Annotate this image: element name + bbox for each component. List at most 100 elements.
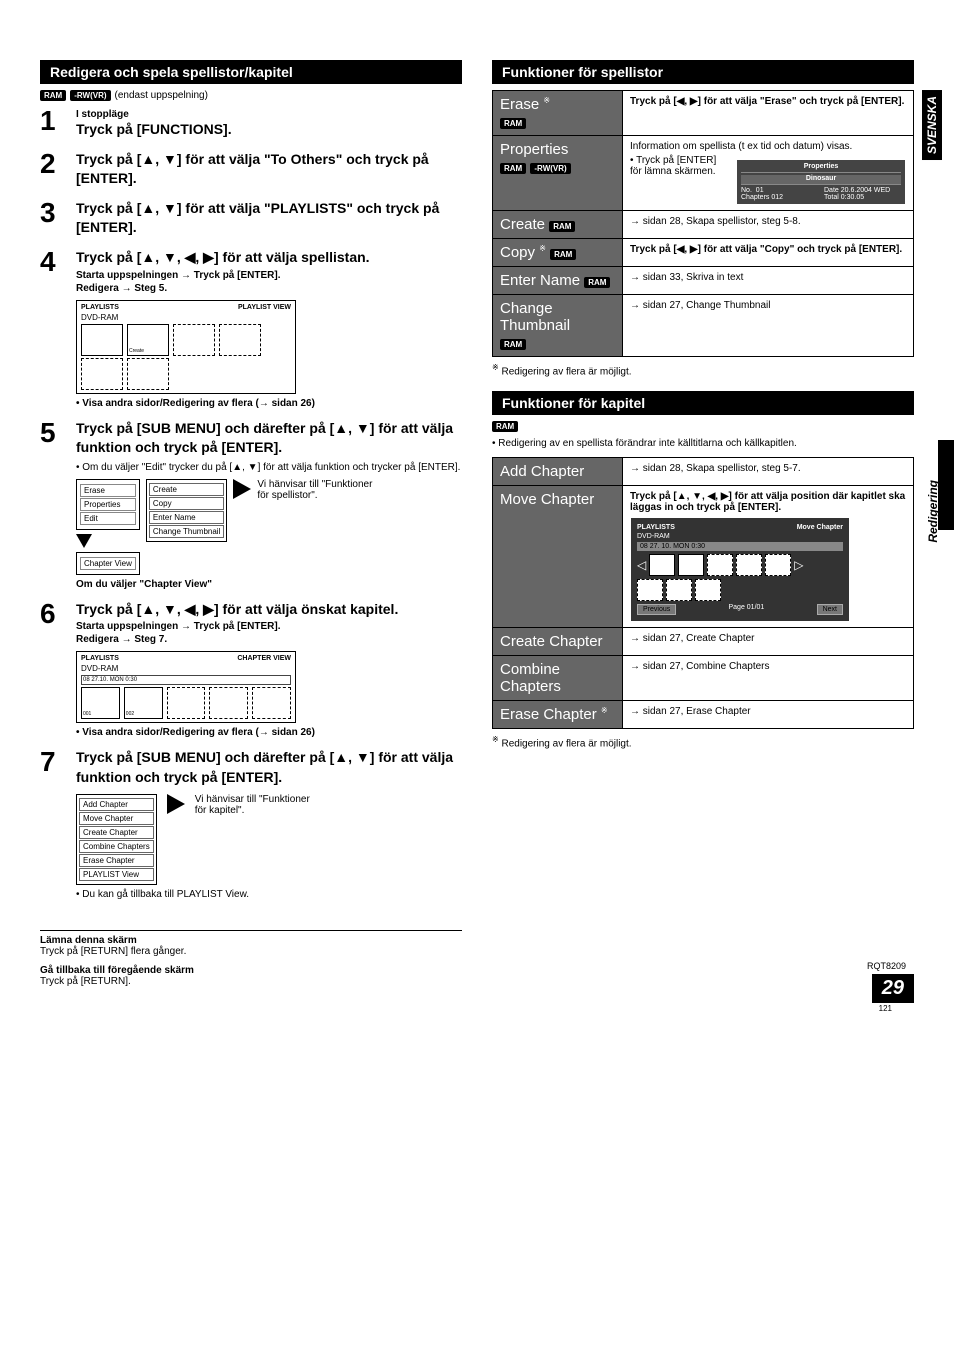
exit1-h: Lämna denna skärm — [40, 935, 462, 946]
mc-thumb — [736, 554, 762, 576]
arrow-right-icon — [233, 479, 251, 499]
ram-tag: RAM — [584, 277, 610, 288]
mc-thumb — [678, 554, 704, 576]
ram-tag: RAM — [40, 90, 66, 101]
properties-box: Properties Dinosaur No. 01 Date 20.6.200… — [736, 159, 906, 205]
step6-title: Tryck på [▲, ▼, ◀, ▶] för att välja önsk… — [76, 600, 462, 620]
pl-thumb — [81, 324, 123, 356]
erase-chapter-body: → sidan 27, Erase Chapter — [623, 701, 914, 729]
submenu-item: Combine Chapters — [79, 840, 154, 853]
fig6-hdr-l: PLAYLISTS — [81, 655, 119, 662]
mc-hdr-l: PLAYLISTS — [637, 524, 675, 531]
table-row: Enter Name RAM → sidan 33, Skriva in tex… — [493, 267, 914, 295]
table-row: Properties RAM -RW(VR) Information om sp… — [493, 136, 914, 211]
step-7: 7 Tryck på [SUB MENU] och därefter på [▲… — [40, 748, 462, 899]
fig4-hdr-r: PLAYLIST VIEW — [238, 304, 291, 311]
doc-code: RQT8209 — [867, 961, 906, 971]
mc-page: Page 01/01 — [729, 604, 765, 615]
right-column: Funktioner för spellistor Erase ※ RAM Tr… — [492, 60, 914, 987]
table-row: Erase ※ RAM Tryck på [◀, ▶] för att välj… — [493, 91, 914, 136]
submenu-item: Edit — [80, 512, 136, 525]
create-body: → sidan 28, Skapa spellistor, steg 5-8. — [623, 211, 914, 239]
fig6-sub: 08 27.10. MON 0:30 — [81, 675, 291, 685]
fig4-hdr-l: PLAYLISTS — [81, 304, 119, 311]
mc-hdr-r: Move Chapter — [797, 524, 843, 531]
pl-thumb — [173, 324, 215, 356]
erase-name: Erase — [500, 96, 539, 113]
mc-thumb — [765, 554, 791, 576]
combine-chapters-name: Combine Chapters — [493, 656, 623, 701]
step-1: 1 I stoppläge Tryck på [FUNCTIONS]. — [40, 107, 462, 140]
table-row: Combine Chapters → sidan 27, Combine Cha… — [493, 656, 914, 701]
playlist-functions-table: Erase ※ RAM Tryck på [◀, ▶] för att välj… — [492, 90, 914, 357]
step-2: 2 Tryck på [▲, ▼] för att välja "To Othe… — [40, 150, 462, 189]
ram-tag: RAM — [549, 221, 575, 232]
table-row: Create RAM → sidan 28, Skapa spellistor,… — [493, 211, 914, 239]
add-chapter-name: Add Chapter — [493, 458, 623, 486]
step-number: 5 — [40, 419, 76, 590]
chapter-functions-table: Add Chapter → sidan 28, Skapa spellistor… — [492, 457, 914, 729]
pl-thumb — [81, 358, 123, 390]
pl-thumb-create: Create — [127, 324, 169, 356]
pl-thumb: 001 — [81, 687, 120, 719]
submenu-item: Properties — [80, 498, 136, 511]
step4-title: Tryck på [▲, ▼, ◀, ▶] för att välja spel… — [76, 248, 462, 268]
step-4: 4 Tryck på [▲, ▼, ◀, ▶] för att välja sp… — [40, 248, 462, 409]
step-number: 3 — [40, 199, 76, 238]
copy-name: Copy — [500, 244, 535, 261]
exit2-h: Gå tillbaka till föregående skärm — [40, 965, 462, 976]
side-tab-language: SVENSKA — [922, 90, 942, 160]
right-header1: Funktioner för spellistor — [492, 60, 914, 84]
mc-prev: Previous — [637, 604, 676, 615]
step-number: 1 — [40, 107, 76, 140]
submenu-item: PLAYLIST View — [79, 868, 154, 881]
rwvr-tag: -RW(VR) — [70, 90, 110, 101]
exit-block: Lämna denna skärm Tryck på [RETURN] fler… — [40, 930, 462, 987]
properties-body2: Tryck på [ENTER] för lämna skärmen. — [630, 155, 716, 177]
change-thumb-name: Change Thumbnail — [500, 300, 570, 334]
mc-thumb — [666, 579, 692, 601]
step-3: 3 Tryck på [▲, ▼] för att välja "PLAYLIS… — [40, 199, 462, 238]
step-5: 5 Tryck på [SUB MENU] och därefter på [▲… — [40, 419, 462, 590]
combine-chapters-body: → sidan 27, Combine Chapters — [623, 656, 914, 701]
footnote2: ※ Redigering av flera är möjligt. — [492, 735, 914, 749]
pl-thumb — [167, 687, 206, 719]
side-tab-spacer — [938, 440, 954, 530]
step4-sub1: Starta uppspelningen → Tryck på [ENTER]. — [76, 270, 462, 281]
submenu-item: Erase — [80, 484, 136, 497]
properties-body1: Information om spellista (t ex tid och d… — [630, 141, 906, 152]
step5-figure: Erase Properties Edit Chapter View Creat… — [76, 479, 462, 575]
step4-sub2: Redigera → Steg 5. — [76, 283, 462, 294]
enter-name-name: Enter Name — [500, 272, 580, 289]
chapter-note: Redigering av en spellista förändrar int… — [492, 438, 914, 449]
asterisk-icon: ※ — [601, 706, 608, 715]
move-chapter-box: PLAYLISTS Move Chapter DVD-RAM 08 27. 10… — [630, 517, 850, 622]
change-thumb-body: → sidan 27, Change Thumbnail — [623, 295, 914, 357]
exit1-b: Tryck på [RETURN] flera gånger. — [40, 946, 462, 957]
step2-title: Tryck på [▲, ▼] för att välja "To Others… — [76, 150, 462, 189]
ram-tag: RAM — [492, 421, 518, 432]
rwvr-tag: -RW(VR) — [530, 163, 570, 174]
pl-thumb — [127, 358, 169, 390]
prop-box-title: Properties — [741, 163, 901, 173]
submenu-item: Enter Name — [149, 511, 224, 524]
step5-caption: Om du väljer "Chapter View" — [76, 579, 462, 590]
submenu-left-bottom: Chapter View — [76, 552, 140, 575]
properties-name: Properties — [500, 141, 568, 158]
step5-bullet: Om du väljer "Edit" trycker du på [▲, ▼]… — [76, 462, 462, 473]
enter-name-body: → sidan 33, Skriva in text — [623, 267, 914, 295]
pl-thumb — [219, 324, 261, 356]
left-column: Redigera och spela spellistor/kapitel RA… — [40, 60, 462, 987]
erase-chapter-name: Erase Chapter — [500, 706, 597, 723]
ram-tag: RAM — [500, 163, 526, 174]
step7-title: Tryck på [SUB MENU] och därefter på [▲, … — [76, 748, 462, 787]
submenu-item: Add Chapter — [79, 798, 154, 811]
pl-thumb — [209, 687, 248, 719]
fig6-disc: DVD-RAM — [81, 664, 291, 673]
page-under: 121 — [879, 1004, 892, 1013]
add-chapter-body: → sidan 28, Skapa spellistor, steg 5-7. — [623, 458, 914, 486]
step3-title: Tryck på [▲, ▼] för att välja "PLAYLISTS… — [76, 199, 462, 238]
step-number: 7 — [40, 748, 76, 899]
submenu-item: Create — [149, 483, 224, 496]
asterisk-icon: ※ — [539, 244, 546, 253]
